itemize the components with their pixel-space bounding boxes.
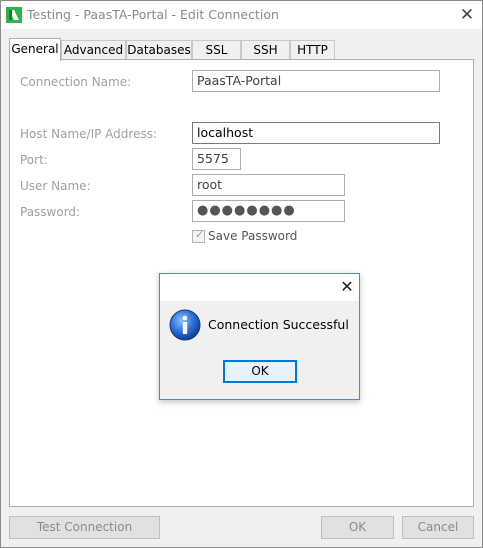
navicat-app-icon: [6, 7, 22, 23]
tab-general[interactable]: General: [9, 38, 61, 61]
title-bar: Testing - PaasTA-Portal - Edit Connectio…: [1, 1, 482, 29]
password-input[interactable]: ●●●●●●●●: [192, 200, 345, 222]
tab-databases[interactable]: Databases: [126, 40, 192, 59]
port-input[interactable]: 5575: [192, 148, 241, 170]
ok-button[interactable]: OK: [321, 516, 394, 539]
check-icon: ✓: [195, 228, 205, 241]
tab-advanced[interactable]: Advanced: [61, 40, 126, 59]
dialog-message: Connection Successful: [208, 317, 349, 332]
dialog-ok-button[interactable]: OK: [223, 360, 297, 383]
user-name-label: User Name:: [20, 179, 91, 193]
port-label: Port:: [20, 153, 48, 167]
test-connection-button[interactable]: Test Connection: [9, 516, 160, 539]
save-password-checkbox[interactable]: ✓: [192, 228, 205, 243]
save-password-label: Save Password: [208, 229, 298, 243]
window-title: Testing - PaasTA-Portal - Edit Connectio…: [27, 7, 279, 22]
edit-connection-window: Testing - PaasTA-Portal - Edit Connectio…: [0, 0, 483, 548]
tab-ssh[interactable]: SSH: [241, 40, 290, 59]
tab-ssl[interactable]: SSL: [192, 40, 241, 59]
connection-success-dialog: ✕ Connection Successful OK: [159, 273, 360, 400]
dialog-title-bar: ✕: [160, 274, 359, 301]
close-icon[interactable]: ✕: [336, 276, 358, 298]
password-label: Password:: [20, 205, 81, 219]
cancel-button[interactable]: Cancel: [402, 516, 474, 539]
tab-http[interactable]: HTTP: [290, 40, 335, 59]
connection-name-label: Connection Name:: [20, 75, 132, 89]
close-icon[interactable]: ✕: [456, 4, 478, 26]
host-input[interactable]: localhost: [192, 122, 440, 144]
user-name-input[interactable]: root: [192, 174, 345, 196]
connection-name-input[interactable]: PaasTA-Portal: [192, 70, 440, 92]
info-icon: [169, 309, 201, 341]
host-label: Host Name/IP Address:: [20, 127, 158, 141]
